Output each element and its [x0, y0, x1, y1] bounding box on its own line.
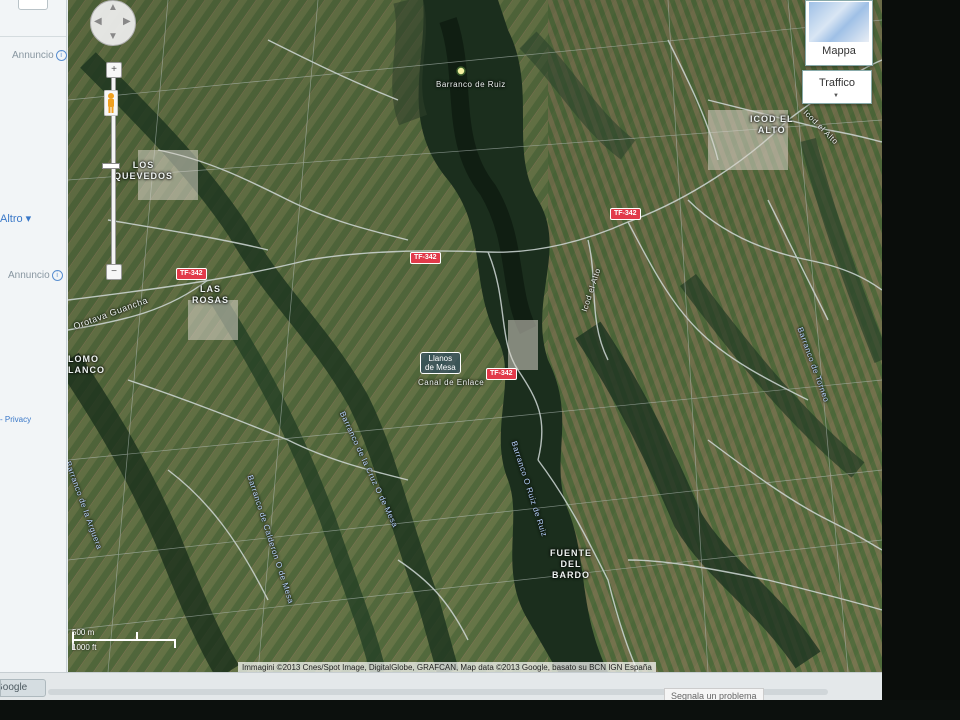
label-icod-alto[interactable]: ICOD EL ALTO — [750, 114, 794, 136]
privacy-link[interactable]: - Privacy — [0, 415, 31, 424]
scale-imperial: 1000 ft — [72, 643, 97, 652]
pan-left-icon[interactable]: ◀ — [94, 16, 102, 27]
map-type-button[interactable]: Mappa — [805, 0, 873, 66]
scale-metric: 500 m — [72, 628, 95, 637]
pan-up-icon[interactable]: ▲ — [108, 2, 118, 13]
road-shield-tf342[interactable]: TF-342 — [410, 252, 441, 264]
report-problem-link[interactable]: Segnala un problema — [664, 688, 764, 700]
pan-right-icon[interactable]: ▶ — [123, 16, 131, 27]
road-shield-tf342[interactable]: TF-342 — [176, 268, 207, 280]
road-shield-tf342[interactable]: TF-342 — [610, 208, 641, 220]
pan-control[interactable]: ▲ ▼ ◀ ▶ — [90, 0, 136, 46]
monitor-bezel-bottom — [0, 700, 960, 720]
zoom-out-button[interactable]: − — [106, 264, 122, 280]
street-view-pegman-icon[interactable] — [103, 89, 119, 117]
label-las-rosas[interactable]: LAS ROSAS — [192, 284, 229, 306]
sidebar-divider — [0, 36, 66, 37]
map-thumbnail-icon — [809, 2, 869, 42]
sidebar-top-button[interactable] — [18, 0, 48, 10]
satellite-map[interactable]: Barranco de Ruiz LOS QUEVEDOS LAS ROSAS LO… — [68, 0, 882, 672]
road-shield-tf342[interactable]: TF-342 — [486, 368, 517, 380]
browser-window: Annuncioi Altro ▾ Annuncioi - Privacy — [0, 0, 882, 700]
satellite-imagery — [68, 0, 882, 672]
label-llanos-de-mesa[interactable]: Llanos de Mesa — [420, 352, 461, 374]
google-tab[interactable]: Google — [0, 679, 46, 697]
chevron-down-icon: ▼ — [833, 93, 839, 99]
map-attribution: Immagini ©2013 Cnes/Spot Image, DigitalG… — [238, 662, 656, 672]
map-type-label: Mappa — [822, 45, 856, 57]
scale-bar: 500 m 1000 ft — [72, 628, 182, 658]
traffic-label: Traffico — [818, 77, 856, 89]
label-canal-de-enlace[interactable]: Canal de Enlace — [418, 378, 484, 387]
pan-down-icon[interactable]: ▼ — [108, 31, 118, 42]
ad-text: Annuncio — [8, 270, 50, 282]
ad-label-2: Annuncio i — [8, 270, 63, 281]
label-fuente-bardo[interactable]: FUENTE DEL BARDO — [550, 548, 592, 581]
more-link[interactable]: Altro ▾ — [0, 212, 31, 225]
left-sidebar: Annuncio i Altro ▾ Annuncio i - Privacy — [0, 0, 67, 700]
info-icon[interactable]: i — [55, 50, 67, 61]
monitor-bezel — [882, 0, 960, 720]
traffic-button[interactable]: Traffico ▼ — [802, 70, 872, 104]
label-los-quevedos[interactable]: LOS QUEVEDOS — [114, 160, 173, 182]
zoom-in-button[interactable]: + — [106, 62, 122, 78]
ad-text: Annuncio — [12, 50, 54, 62]
ad-label-1: Annuncio i — [12, 50, 67, 61]
label-lomo-blanco[interactable]: LOMO LANCO — [68, 354, 105, 376]
poi-marker[interactable] — [456, 66, 466, 76]
info-icon[interactable]: i — [51, 270, 63, 281]
zoom-slider-handle[interactable] — [102, 163, 120, 169]
label-barranco-ruiz[interactable]: Barranco de Ruiz — [436, 80, 506, 89]
